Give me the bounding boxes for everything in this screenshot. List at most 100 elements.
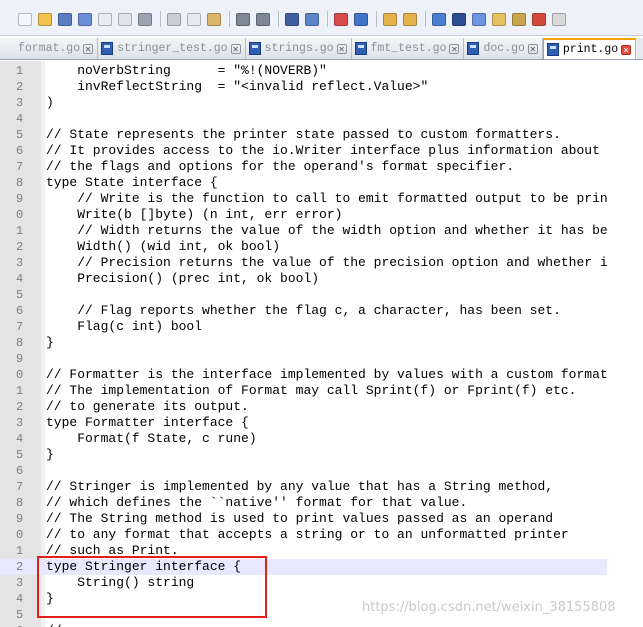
code-line[interactable]: 1 // The implementation of Format may cal… xyxy=(0,383,607,399)
code-editor[interactable]: 1 noVerbString = "%!(NOVERB)" 2 invReflec… xyxy=(0,61,607,627)
line-number: 6 xyxy=(0,623,30,627)
save-icon[interactable] xyxy=(58,12,72,26)
code-line[interactable]: 5 xyxy=(0,287,607,303)
code-line[interactable]: 9 // The String method is used to print v… xyxy=(0,511,607,527)
record-macro-icon[interactable] xyxy=(532,12,546,26)
code-line[interactable]: 2 Width() (wid int, ok bool) xyxy=(0,239,607,255)
close-icon[interactable]: ✕ xyxy=(83,43,94,54)
code-text: type State interface { xyxy=(46,175,218,190)
line-number: 8 xyxy=(16,336,24,350)
indent-guide-icon[interactable] xyxy=(472,12,486,26)
code-text: // The String method is used to print va… xyxy=(46,511,554,526)
line-number: 3 xyxy=(16,576,24,590)
language-icon[interactable] xyxy=(492,12,506,26)
code-text: // It provides access to the io.Writer i… xyxy=(46,143,600,158)
tab-stringer-test-go[interactable]: stringer_test.go ✕ xyxy=(98,38,246,59)
doc-map-icon[interactable] xyxy=(512,12,526,26)
annotation-highlight-box xyxy=(37,556,267,618)
word-wrap-icon[interactable] xyxy=(432,12,446,26)
code-line[interactable]: 8 type State interface { xyxy=(0,175,607,191)
line-number: 1 xyxy=(16,64,24,78)
code-line[interactable]: 2 // to generate its output. xyxy=(0,399,607,415)
close-icon[interactable]: ✕ xyxy=(336,43,347,54)
editor-right-margin xyxy=(607,61,643,627)
sync-scroll-h-icon[interactable] xyxy=(403,12,417,26)
code-text: // The implementation of Format may call… xyxy=(46,383,577,398)
find-icon[interactable] xyxy=(285,12,299,26)
file-icon xyxy=(248,42,261,55)
close-file-icon[interactable] xyxy=(98,12,112,26)
code-text: // Precision returns the value of the pr… xyxy=(77,255,607,270)
sync-scroll-v-icon[interactable] xyxy=(383,12,397,26)
file-tab-bar: format.go ✕ stringer_test.go ✕ strings.g… xyxy=(0,38,643,60)
file-icon xyxy=(467,42,480,55)
code-line[interactable]: 9 // Write is the function to call to em… xyxy=(0,191,607,207)
close-icon[interactable]: ✕ xyxy=(230,43,241,54)
code-text: // to any format that accepts a string o… xyxy=(46,527,569,542)
close-all-icon[interactable] xyxy=(118,12,132,26)
line-number: 4 xyxy=(16,432,24,446)
save-all-icon[interactable] xyxy=(78,12,92,26)
code-line[interactable]: 6 // It provides access to the io.Writer … xyxy=(0,143,607,159)
code-text: ) xyxy=(46,95,54,110)
redo-icon[interactable] xyxy=(256,12,270,26)
code-line[interactable]: 0 // Formatter is the interface implement… xyxy=(0,367,607,383)
open-folder-icon[interactable] xyxy=(38,12,52,26)
print-icon[interactable] xyxy=(138,12,152,26)
code-line[interactable]: 4 Precision() (prec int, ok bool) xyxy=(0,271,607,287)
line-number: 2 xyxy=(16,400,24,414)
code-line[interactable]: 7 // the flags and options for the operan… xyxy=(0,159,607,175)
code-line[interactable]: 0 Write(b []byte) (n int, err error) xyxy=(0,207,607,223)
code-line[interactable]: 7 // Stringer is implemented by any value… xyxy=(0,479,607,495)
code-line[interactable]: 3) xyxy=(0,95,607,111)
code-line[interactable]: 6 // Flag reports whether the flag c, a … xyxy=(0,303,607,319)
tab-strings-go[interactable]: strings.go ✕ xyxy=(245,38,352,59)
zoom-out-icon[interactable] xyxy=(354,12,368,26)
copy-icon[interactable] xyxy=(187,12,201,26)
new-file-icon[interactable] xyxy=(18,12,32,26)
code-line[interactable]: 6 // xyxy=(0,623,607,627)
tab-format-go[interactable]: format.go ✕ xyxy=(0,38,99,59)
line-number: 5 xyxy=(16,288,24,302)
code-line[interactable]: 1 // Width returns the value of the widt… xyxy=(0,223,607,239)
toolbar-buttons xyxy=(18,9,572,29)
code-line[interactable]: 8} xyxy=(0,335,607,351)
tab-fmt-test-go[interactable]: fmt_test.go ✕ xyxy=(351,38,465,59)
paste-icon[interactable] xyxy=(207,12,221,26)
code-line[interactable]: 9 xyxy=(0,351,607,367)
tab-print-go[interactable]: print.go ✕ xyxy=(542,38,637,59)
code-text: Format(f State, c rune) xyxy=(46,431,257,446)
close-icon[interactable]: ✕ xyxy=(527,43,538,54)
code-text: Width() (wid int, ok bool) xyxy=(46,239,281,254)
line-number: 7 xyxy=(16,160,24,174)
tab-doc-go[interactable]: doc.go ✕ xyxy=(464,38,543,59)
code-text: // State represents the printer state pa… xyxy=(46,127,561,142)
code-line[interactable]: 0 // to any format that accepts a string … xyxy=(0,527,607,543)
code-line[interactable]: 2 invReflectString = "<invalid reflect.V… xyxy=(0,79,607,95)
code-line[interactable]: 5 // State represents the printer state p… xyxy=(0,127,607,143)
code-text: } xyxy=(46,335,54,350)
code-line[interactable]: 4 Format(f State, c rune) xyxy=(0,431,607,447)
cut-icon[interactable] xyxy=(167,12,181,26)
code-text: Write(b []byte) (n int, err error) xyxy=(46,207,343,222)
code-line[interactable]: 3 type Formatter interface { xyxy=(0,415,607,431)
line-number: 2 xyxy=(16,80,24,94)
code-line[interactable]: 5} xyxy=(0,447,607,463)
code-line[interactable]: 4 xyxy=(0,111,607,127)
line-number: 0 xyxy=(16,368,24,382)
code-line[interactable]: 1 noVerbString = "%!(NOVERB)" xyxy=(0,63,607,79)
replace-icon[interactable] xyxy=(305,12,319,26)
file-icon xyxy=(546,43,559,56)
show-all-chars-icon[interactable] xyxy=(452,12,466,26)
stop-macro-icon[interactable] xyxy=(552,12,566,26)
code-line[interactable]: 3 // Precision returns the value of the … xyxy=(0,255,607,271)
code-text: // Flag reports whether the flag c, a ch… xyxy=(46,303,561,318)
code-line[interactable]: 6 xyxy=(0,463,607,479)
undo-icon[interactable] xyxy=(236,12,250,26)
zoom-in-icon[interactable] xyxy=(334,12,348,26)
code-line[interactable]: 7 Flag(c int) bool xyxy=(0,319,607,335)
close-icon[interactable]: ✕ xyxy=(449,43,460,54)
close-icon[interactable]: ✕ xyxy=(621,44,632,55)
code-line[interactable]: 8 // which defines the ``native'' format … xyxy=(0,495,607,511)
file-icon xyxy=(101,42,114,55)
